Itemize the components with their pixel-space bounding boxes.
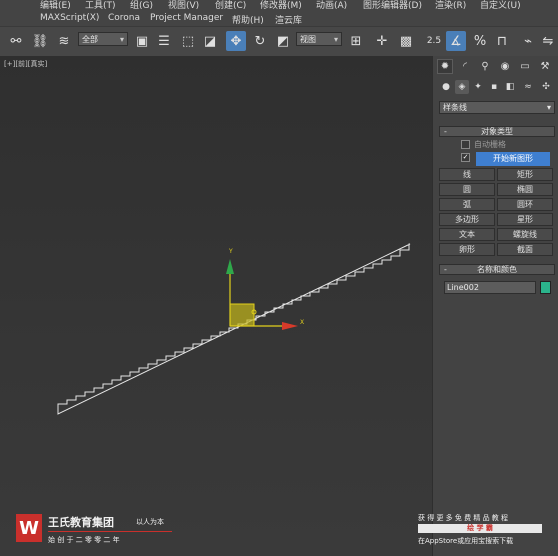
menu-graph-editors[interactable]: 图形编辑器(D) (363, 0, 422, 11)
gizmo-xy-plane (229, 303, 255, 327)
menu-help[interactable]: 帮助(H) (232, 13, 264, 26)
menu-maxscript[interactable]: MAXScript(X) (40, 13, 99, 23)
watermark-brand: 王氏教育集团 (48, 516, 114, 529)
auto-grid-checkbox[interactable] (461, 140, 470, 149)
select-and-move-icon[interactable]: ✥ (226, 31, 246, 51)
gizmo-y-arrow (226, 259, 234, 274)
unlink-icon[interactable]: ⛓ (30, 31, 50, 51)
text-button[interactable]: 文本 (439, 228, 495, 241)
auto-grid-row[interactable]: 自动栅格 (461, 139, 506, 150)
select-by-name-icon[interactable]: ☰ (154, 31, 174, 51)
cameras-icon[interactable]: ▪ (487, 80, 501, 94)
keyboard-shortcut-override-icon[interactable]: ▩ (396, 31, 416, 51)
section-button[interactable]: 截面 (497, 243, 553, 256)
name-and-color-rollout[interactable]: 名称和颜色 (439, 264, 555, 275)
promo-brand: 绘 学 霸 (418, 524, 542, 533)
menu-create[interactable]: 创建(C) (215, 0, 246, 11)
watermark-founded: 始 创 于 二 零 零 二 年 (48, 536, 120, 544)
gizmo-x-label: X (300, 319, 304, 326)
menu-group[interactable]: 组(G) (130, 0, 153, 11)
ngon-button[interactable]: 多边形 (439, 213, 495, 226)
systems-icon[interactable]: ✣ (539, 80, 553, 94)
watermark-slogan: 以人为本 (136, 518, 164, 526)
line-button[interactable]: 线 (439, 168, 495, 181)
hierarchy-tab-icon[interactable]: ⚲ (477, 59, 493, 74)
arc-button[interactable]: 弧 (439, 198, 495, 211)
helpers-icon[interactable]: ◧ (503, 80, 517, 94)
menu-views[interactable]: 视图(V) (168, 0, 199, 11)
gizmo-x-arrow (282, 322, 298, 330)
motion-tab-icon[interactable]: ◉ (497, 59, 513, 74)
menu-bar: 编辑(E) 工具(T) 组(G) 视图(V) 创建(C) 修改器(M) 动画(A… (0, 0, 558, 26)
select-object-icon[interactable]: ▣ (132, 31, 152, 51)
menu-project-manager[interactable]: Project Manager (150, 13, 223, 23)
shape-category-dropdown[interactable]: 样条线 (439, 101, 555, 114)
angle-snap-toggle[interactable]: 2.5 (424, 31, 444, 51)
start-new-shape-checkbox[interactable]: ✓ (461, 153, 470, 162)
menu-customize[interactable]: 自定义(U) (480, 0, 521, 11)
use-pivot-center-icon[interactable]: ⊞ (346, 31, 366, 51)
object-color-swatch[interactable] (540, 281, 551, 294)
snaps-toggle-icon[interactable]: ∡ (446, 31, 466, 51)
reference-coordinate-dropdown[interactable]: 视图 (296, 32, 342, 47)
space-warps-icon[interactable]: ≈ (521, 80, 535, 94)
link-icon[interactable]: ⚯ (6, 31, 26, 51)
menu-tools[interactable]: 工具(T) (85, 0, 116, 11)
command-panel: ✹ ◜ ⚲ ◉ ▭ ⚒ ● ◈ ✦ ▪ ◧ ≈ ✣ 样条线 对象类型 自动栅格 … (432, 56, 558, 556)
utilities-tab-icon[interactable]: ⚒ (537, 59, 553, 74)
auto-grid-label: 自动栅格 (474, 140, 506, 149)
window-crossing-icon[interactable]: ◪ (200, 31, 220, 51)
promo-line2: 在AppStore或应用宝搜索下载 (418, 537, 514, 545)
menu-corona[interactable]: Corona (108, 13, 140, 23)
circle-button[interactable]: 圆 (439, 183, 495, 196)
menu-rendering[interactable]: 渲染(R) (435, 0, 466, 11)
display-tab-icon[interactable]: ▭ (517, 59, 533, 74)
percent-snap-toggle[interactable]: % (470, 31, 490, 51)
selection-filter-dropdown[interactable]: 全部 (78, 32, 128, 47)
select-manipulate-icon[interactable]: ✛ (372, 31, 392, 51)
star-button[interactable]: 星形 (497, 213, 553, 226)
object-name-field[interactable]: Line002 (444, 281, 536, 294)
create-tab-icon[interactable]: ✹ (437, 59, 453, 74)
start-new-shape-row[interactable]: ✓ (461, 153, 474, 162)
mirror-icon[interactable]: ⇋ (538, 31, 558, 51)
menu-modifiers[interactable]: 修改器(M) (260, 0, 302, 11)
ellipse-button[interactable]: 椭圆 (497, 183, 553, 196)
egg-button[interactable]: 卵形 (439, 243, 495, 256)
rectangle-button[interactable]: 矩形 (497, 168, 553, 181)
helix-button[interactable]: 螺旋线 (497, 228, 553, 241)
shapes-icon[interactable]: ◈ (455, 80, 469, 94)
select-and-scale-icon[interactable]: ◩ (273, 31, 293, 51)
front-viewport[interactable]: [+][前][真实] Y X (0, 56, 432, 556)
modify-tab-icon[interactable]: ◜ (457, 59, 473, 74)
select-and-rotate-icon[interactable]: ↻ (250, 31, 270, 51)
watermark-divider (48, 531, 172, 532)
start-new-shape-tooltip: 开始新图形 (476, 152, 550, 166)
promo-line1: 获 得 更 多 免 费 精 品 教 程 (418, 514, 509, 522)
spinner-snap-icon[interactable]: ⊓ (492, 31, 512, 51)
lights-icon[interactable]: ✦ (471, 80, 485, 94)
menu-render-library[interactable]: 渲云库 (275, 13, 302, 26)
gizmo-y-label: Y (228, 248, 233, 255)
menu-edit[interactable]: 编辑(E) (40, 0, 71, 11)
main-toolbar: ⚯ ⛓ ≋ 全部 ▣ ☰ ⬚ ◪ ✥ ↻ ◩ 视图 ⊞ ✛ ▩ 2.5 ∡ % … (0, 26, 558, 58)
geometry-icon[interactable]: ● (439, 80, 453, 94)
staircase-spline (57, 243, 411, 415)
wangshi-logo: W (16, 514, 42, 542)
donut-button[interactable]: 圆环 (497, 198, 553, 211)
object-type-rollout[interactable]: 对象类型 (439, 126, 555, 137)
viewport-canvas: Y X (57, 243, 411, 415)
bind-space-warp-icon[interactable]: ≋ (54, 31, 74, 51)
select-region-icon[interactable]: ⬚ (178, 31, 198, 51)
edit-named-selection-icon[interactable]: ⌁ (518, 31, 538, 51)
menu-animation[interactable]: 动画(A) (316, 0, 347, 11)
